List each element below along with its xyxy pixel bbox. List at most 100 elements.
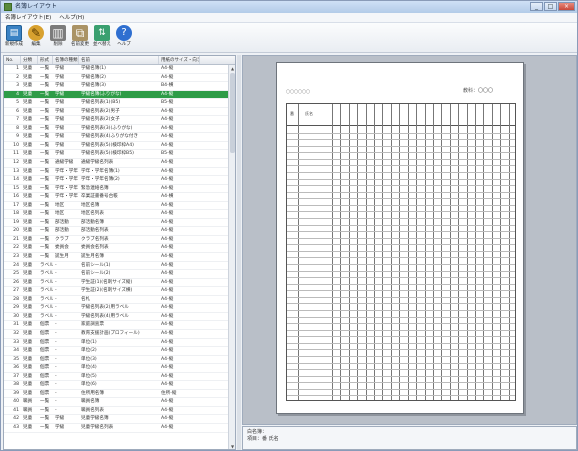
- table-row[interactable]: 16 児童 一覧 学年・学年 卒業証書番号台帳 A4-横: [4, 193, 228, 202]
- col-header-no[interactable]: No.: [4, 56, 21, 64]
- table-row[interactable]: 15 児童 一覧 学年・学年 緊急連絡名簿 A4-縦: [4, 185, 228, 194]
- help-button[interactable]: ? ヘルプ: [114, 23, 134, 51]
- grid-row-line: [287, 250, 515, 252]
- row-size: A4-縦: [161, 254, 174, 260]
- table-row[interactable]: 11 児童 一覧 学級 学級名列表(5)(検印枠B5) B5-縦: [4, 150, 228, 160]
- table-row[interactable]: 3 児童 一覧 学級 学級名簿(3) B4-横: [4, 82, 228, 91]
- col-header-size[interactable]: 用紙のサイズ・向き: [159, 56, 200, 64]
- table-row[interactable]: 19 児童 一覧 部活動 部活動名簿 A4-縦: [4, 219, 228, 228]
- table-row[interactable]: 14 児童 一覧 学年・学年 学年・学年名簿(2) A4-縦: [4, 176, 228, 185]
- table-row[interactable]: 10 児童 一覧 学級 学級名列表(5)(検印枠A4) A4-縦: [4, 142, 228, 151]
- col-header-name[interactable]: 名前: [79, 56, 159, 64]
- table-row[interactable]: 25 児童 ラベル - 名前シール(2) A4-縦: [4, 270, 228, 279]
- row-name: 住所用名簿: [81, 390, 104, 396]
- close-button[interactable]: ×: [558, 2, 575, 11]
- row-format: 一覧: [40, 108, 50, 114]
- grid-row-line: [287, 172, 515, 173]
- row-format: 一覧: [40, 125, 50, 131]
- table-row[interactable]: 6 児童 一覧 学級 学級名列表(2)男子 A4-縦: [4, 108, 228, 117]
- list-scrollbar[interactable]: ▲ ▼: [228, 65, 235, 449]
- row-size: A4-縦: [161, 211, 174, 217]
- rename-button[interactable]: ⧉ 名前変更: [70, 23, 90, 51]
- row-name: 単位(4): [81, 365, 97, 371]
- table-row[interactable]: 22 児童 一覧 委員会 委員会名列表 A4-縦: [4, 244, 228, 254]
- row-name: 部活動名簿: [81, 219, 104, 225]
- scroll-thumb[interactable]: [230, 73, 235, 153]
- row-no: 34: [13, 348, 19, 354]
- col-header-category[interactable]: 分類: [21, 56, 38, 64]
- menu-help[interactable]: ヘルプ(H): [55, 13, 88, 23]
- row-type: -: [55, 288, 57, 294]
- table-row[interactable]: 38 児童 個票 - 単位(6) A4-縦: [4, 381, 228, 390]
- row-no: 12: [13, 160, 19, 166]
- row-category: 児童: [23, 117, 33, 123]
- table-row[interactable]: 9 児童 一覧 学級 学級名列表(4)ふりがな付き A4-縦: [4, 133, 228, 142]
- table-row[interactable]: 4 児童 一覧 学級 学級名簿(ふりがな) A4-縦: [4, 90, 228, 100]
- table-row[interactable]: 23 児童 一覧 誕生月 誕生月名簿 A4-縦: [4, 253, 228, 262]
- row-no: 22: [13, 245, 19, 251]
- table-row[interactable]: 18 児童 一覧 地区 地区名列表 A4-縦: [4, 210, 228, 219]
- table-row[interactable]: 8 児童 一覧 学級 学級名列表(3)(ふりがな) A4-縦: [4, 125, 228, 134]
- row-size: A4-縦: [161, 330, 174, 336]
- table-row[interactable]: 31 児童 個票 - 家庭調査票 A4-縦: [4, 321, 228, 330]
- row-no: 4: [16, 91, 19, 97]
- menu-layout[interactable]: 名簿レイアウト(E): [1, 13, 55, 23]
- table-row[interactable]: 40 職員 一覧 - 職員名簿 A4-縦: [4, 398, 228, 407]
- table-row[interactable]: 30 児童 ラベル - 学級名列表(4)用ラベル A4-縦: [4, 313, 228, 322]
- table-row[interactable]: 5 児童 一覧 学級 学級名列表(1)(B5) B5-縦: [4, 99, 228, 108]
- maximize-button[interactable]: □: [544, 2, 557, 11]
- row-size: A4-縦: [161, 74, 174, 80]
- table-row[interactable]: 17 児童 一覧 地区 地区名簿 A4-縦: [4, 202, 228, 211]
- row-name: 学級名列表(3)(ふりがな): [81, 125, 133, 131]
- row-name: 地区名簿: [81, 202, 100, 208]
- table-row[interactable]: 36 児童 個票 - 単位(4) A4-縦: [4, 364, 228, 373]
- row-format: 個票: [40, 322, 50, 328]
- table-row[interactable]: 20 児童 一覧 部活動 部活動名列表 A4-縦: [4, 227, 228, 236]
- table-row[interactable]: 33 児童 個票 - 単位(1) A4-縦: [4, 339, 228, 348]
- table-row[interactable]: 7 児童 一覧 学級 学級名列表(2)女子 A4-縦: [4, 116, 228, 125]
- table-row[interactable]: 37 児童 個票 - 単位(5) A4-縦: [4, 373, 228, 382]
- table-row[interactable]: 35 児童 個票 - 単位(3) A4-縦: [4, 356, 228, 365]
- table-row[interactable]: 43 児童 一覧 学級 児童学級名列表 A4-縦: [4, 424, 228, 433]
- new-button[interactable]: ▤ 新規作成: [4, 23, 24, 51]
- row-type: 学級: [55, 424, 65, 430]
- table-row[interactable]: 26 児童 ラベル - 学生証(1)(名刺サイズ縦) A4-縦: [4, 279, 228, 288]
- table-row[interactable]: 27 児童 ラベル - 学生証(2)(名刺サイズ横) A4-縦: [4, 287, 228, 296]
- row-category: 児童: [23, 279, 33, 285]
- row-format: 一覧: [40, 202, 50, 208]
- row-no: 41: [13, 407, 19, 413]
- delete-button[interactable]: ▥ 削除: [48, 23, 68, 51]
- table-row[interactable]: 2 児童 一覧 学級 学級名簿(2) A4-縦: [4, 74, 228, 83]
- edit-button[interactable]: ✎ 編集: [26, 23, 46, 51]
- new-label: 新規作成: [5, 42, 23, 47]
- scroll-up-icon[interactable]: ▲: [229, 65, 235, 72]
- pane-splitter[interactable]: [237, 55, 241, 450]
- scroll-down-icon[interactable]: ▼: [229, 443, 235, 449]
- table-row[interactable]: 21 児童 一覧 クラブ クラブ名列表 A4-縦: [4, 236, 228, 245]
- col-header-format[interactable]: 形式: [38, 56, 53, 64]
- table-row[interactable]: 1 児童 一覧 学級 学級名簿(1) A4-縦: [4, 65, 228, 74]
- preview-page: 〇〇〇〇〇〇 教科：〇〇〇 番 氏名: [276, 62, 524, 414]
- sort-button[interactable]: ⇅ 並べ替え: [92, 23, 112, 51]
- row-no: 6: [16, 108, 19, 114]
- row-no: 36: [13, 365, 19, 371]
- table-row[interactable]: 28 児童 ラベル - 名札 A4-縦: [4, 296, 228, 305]
- row-type: -: [55, 330, 57, 336]
- table-row[interactable]: 29 児童 ラベル - 学級名列表(2)用ラベル A4-縦: [4, 304, 228, 313]
- table-row[interactable]: 39 児童 個票 - 住所用名簿 住所-縦: [4, 390, 228, 399]
- table-row[interactable]: 41 職員 一覧 - 職員名列表 A4-縦: [4, 407, 228, 416]
- row-type: 委員会: [55, 245, 69, 251]
- grid-row-line: [287, 303, 515, 305]
- table-row[interactable]: 32 児童 個票 - 教育支援計画(プロフィール) A4-縦: [4, 330, 228, 339]
- table-row[interactable]: 13 児童 一覧 学年・学年 学年・学年名簿(1) A4-縦: [4, 168, 228, 177]
- table-row[interactable]: 24 児童 ラベル - 名前シール(1) A4-縦: [4, 262, 228, 271]
- row-format: 一覧: [40, 236, 50, 242]
- row-name: 単位(1): [81, 339, 97, 345]
- grid-row-line: [287, 224, 515, 226]
- minimize-button[interactable]: _: [530, 2, 543, 11]
- row-size: A4-縦: [161, 134, 174, 140]
- table-row[interactable]: 34 児童 個票 - 単位(2) A4-縦: [4, 347, 228, 356]
- table-row[interactable]: 42 児童 一覧 学級 児童学級名簿 A4-縦: [4, 415, 228, 424]
- col-header-type[interactable]: 名簿の種類: [53, 56, 79, 64]
- table-row[interactable]: 12 児童 一覧 通級学級 通級学級名列表 A4-縦: [4, 159, 228, 168]
